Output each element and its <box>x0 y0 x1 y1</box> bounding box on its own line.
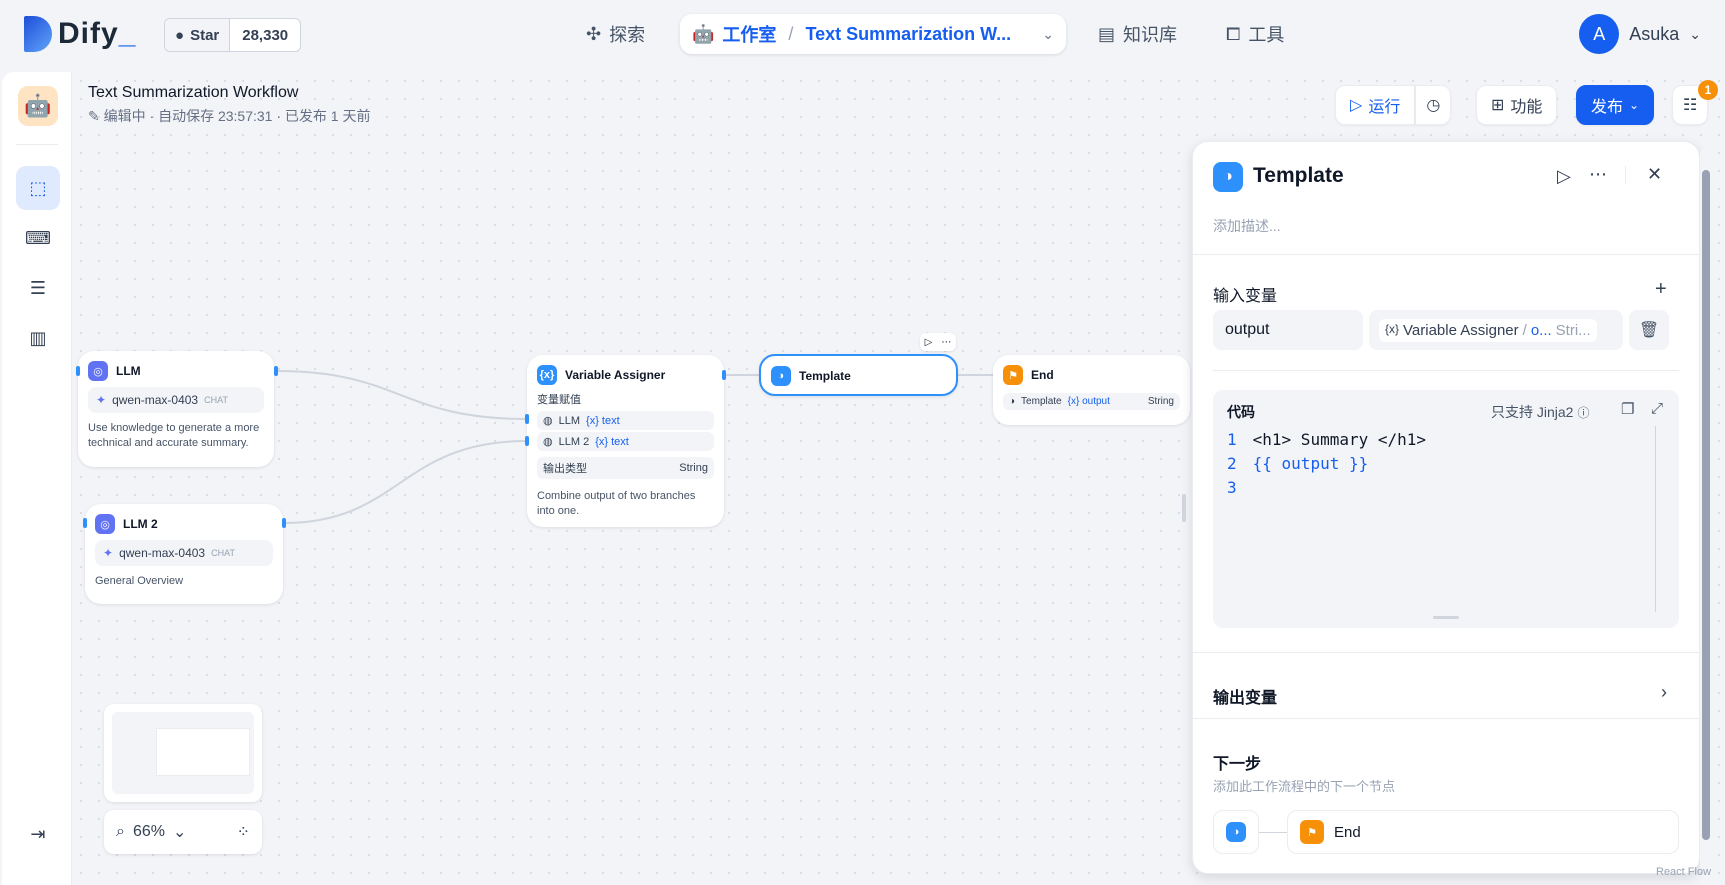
node-llm[interactable]: ◎ LLM ✦ qwen-max-0403 CHAT Use knowledge to… <box>78 351 274 467</box>
copy-icon[interactable]: ❐ <box>1621 400 1634 418</box>
node-template-toolbar: ▷ ⋯ <box>920 333 956 351</box>
trash-icon: 🗑 <box>1638 322 1660 339</box>
panel-resize-handle[interactable] <box>1182 494 1186 522</box>
node-end[interactable]: ⚑ End ◑ Template {x} output String <box>993 355 1190 425</box>
more-icon[interactable]: ⋯ <box>941 337 951 348</box>
model-chip: ✦ qwen-max-0403 CHAT <box>88 387 264 413</box>
edge-llm2-to-assigner <box>283 440 528 524</box>
more-icon[interactable]: ⋯ <box>1589 164 1607 185</box>
llm-icon: ◎ <box>95 514 115 534</box>
zoom-level[interactable]: 66% <box>133 823 165 841</box>
zoom-controls: ⌕ 66% ⌄ ⁘ <box>104 810 262 854</box>
template-icon: ◑ <box>771 366 791 386</box>
chevron-down-icon[interactable]: ⌄ <box>173 822 186 842</box>
panel-scrollbar[interactable] <box>1700 148 1712 874</box>
close-icon[interactable]: ✕ <box>1647 164 1662 185</box>
assigner-row-llm2: ◍ LLM 2 {x} text <box>537 432 714 451</box>
description-input[interactable]: 添加描述... <box>1213 216 1281 236</box>
assigner-output-handle[interactable] <box>722 370 726 380</box>
model-chip: ✦ qwen-max-0403 CHAT <box>95 540 273 566</box>
variable-icon: {x} <box>1385 321 1400 336</box>
node-variable-assigner[interactable]: {x} Variable Assigner 变量赋值 ◍ LLM {x} text ◍… <box>527 355 724 527</box>
next-step-desc: 添加此工作流程中的下一个节点 <box>1213 779 1396 794</box>
model-icon: ✦ <box>103 546 114 560</box>
code-label: 代码 <box>1227 404 1255 420</box>
input-vars-label: 输入变量 <box>1213 288 1278 305</box>
edge-llm-to-assigner <box>276 370 528 420</box>
chevron-right-icon[interactable]: › <box>1661 682 1667 703</box>
assigner-output-type: 输出类型 String <box>537 457 714 479</box>
node-llm2-output-handle[interactable] <box>282 518 286 528</box>
end-output-row: ◑ Template {x} output String <box>1003 393 1180 410</box>
code-line: 1 <h1> Summary </h1> <box>1227 430 1427 449</box>
play-icon[interactable]: ▷ <box>925 337 933 348</box>
minimap-viewport <box>156 728 250 776</box>
variable-icon: {x} <box>537 365 557 385</box>
end-icon: ⚑ <box>1003 365 1023 385</box>
panel-title[interactable]: Template <box>1253 164 1344 188</box>
node-description: General Overview <box>95 575 184 587</box>
end-icon: ⚑ <box>1300 820 1324 844</box>
shortcuts-icon[interactable]: ⁘ <box>237 822 250 842</box>
code-line: 2{{ output }} <box>1227 454 1369 473</box>
current-node-chip: ◑ <box>1213 810 1259 854</box>
add-variable-icon[interactable]: + <box>1655 278 1667 301</box>
delete-variable-button[interactable]: 🗑 <box>1629 310 1669 350</box>
node-description: Combine output of two branches into one. <box>537 490 696 517</box>
llm-icon: ◎ <box>88 361 108 381</box>
resize-handle[interactable] <box>1433 616 1459 619</box>
variable-source-select[interactable]: {x} Variable Assigner / o... Stri... <box>1369 310 1623 350</box>
search-icon: ⌕ <box>116 823 125 840</box>
variable-name-input[interactable]: output <box>1213 310 1363 350</box>
assigner-row-llm: ◍ LLM {x} text <box>537 411 714 430</box>
template-icon: ◑ <box>1009 396 1016 407</box>
llm-icon: ◍ <box>543 436 553 448</box>
next-node-end[interactable]: ⚑ End <box>1287 810 1679 854</box>
node-llm-output-handle[interactable] <box>274 366 278 376</box>
node-llm2[interactable]: ◎ LLM 2 ✦ qwen-max-0403 CHAT General Overvi… <box>85 504 283 604</box>
code-lines: 1 <h1> Summary </h1> 2{{ output }} 3 <box>1227 428 1426 500</box>
assigner-input-handle-1[interactable] <box>525 414 529 424</box>
expand-icon[interactable]: ⤢ <box>1651 400 1663 417</box>
node-template[interactable]: ◑ Template <box>759 354 958 396</box>
node-config-panel: ◑ Template ▷ ⋯ ✕ 添加描述... 输入变量 + output {… <box>1192 141 1700 874</box>
code-line: 3 <box>1227 478 1237 497</box>
template-icon: ◑ <box>1226 822 1246 842</box>
template-icon: ◑ <box>1213 162 1243 192</box>
llm-icon: ◍ <box>543 415 553 427</box>
play-icon[interactable]: ▷ <box>1557 166 1571 187</box>
node-description: Use knowledge to generate a more technic… <box>88 422 260 449</box>
minimap[interactable] <box>104 704 262 802</box>
output-vars-label[interactable]: 输出变量 <box>1213 684 1277 708</box>
assigner-input-handle-2[interactable] <box>525 436 529 446</box>
node-llm2-input-handle[interactable] <box>83 518 87 528</box>
model-icon: ✦ <box>96 393 107 407</box>
react-flow-attribution[interactable]: React Flow <box>1656 866 1711 878</box>
node-llm-input-handle[interactable] <box>76 366 80 376</box>
code-editor[interactable]: 代码 只支持 Jinja2 ⓘ ❐ ⤢ 1 <h1> Summary </h1> 2… <box>1213 390 1679 628</box>
next-step-label: 下一步 <box>1213 756 1262 773</box>
jinja-hint: 只支持 Jinja2 ⓘ <box>1491 404 1590 421</box>
help-icon[interactable]: ⓘ <box>1577 404 1589 421</box>
